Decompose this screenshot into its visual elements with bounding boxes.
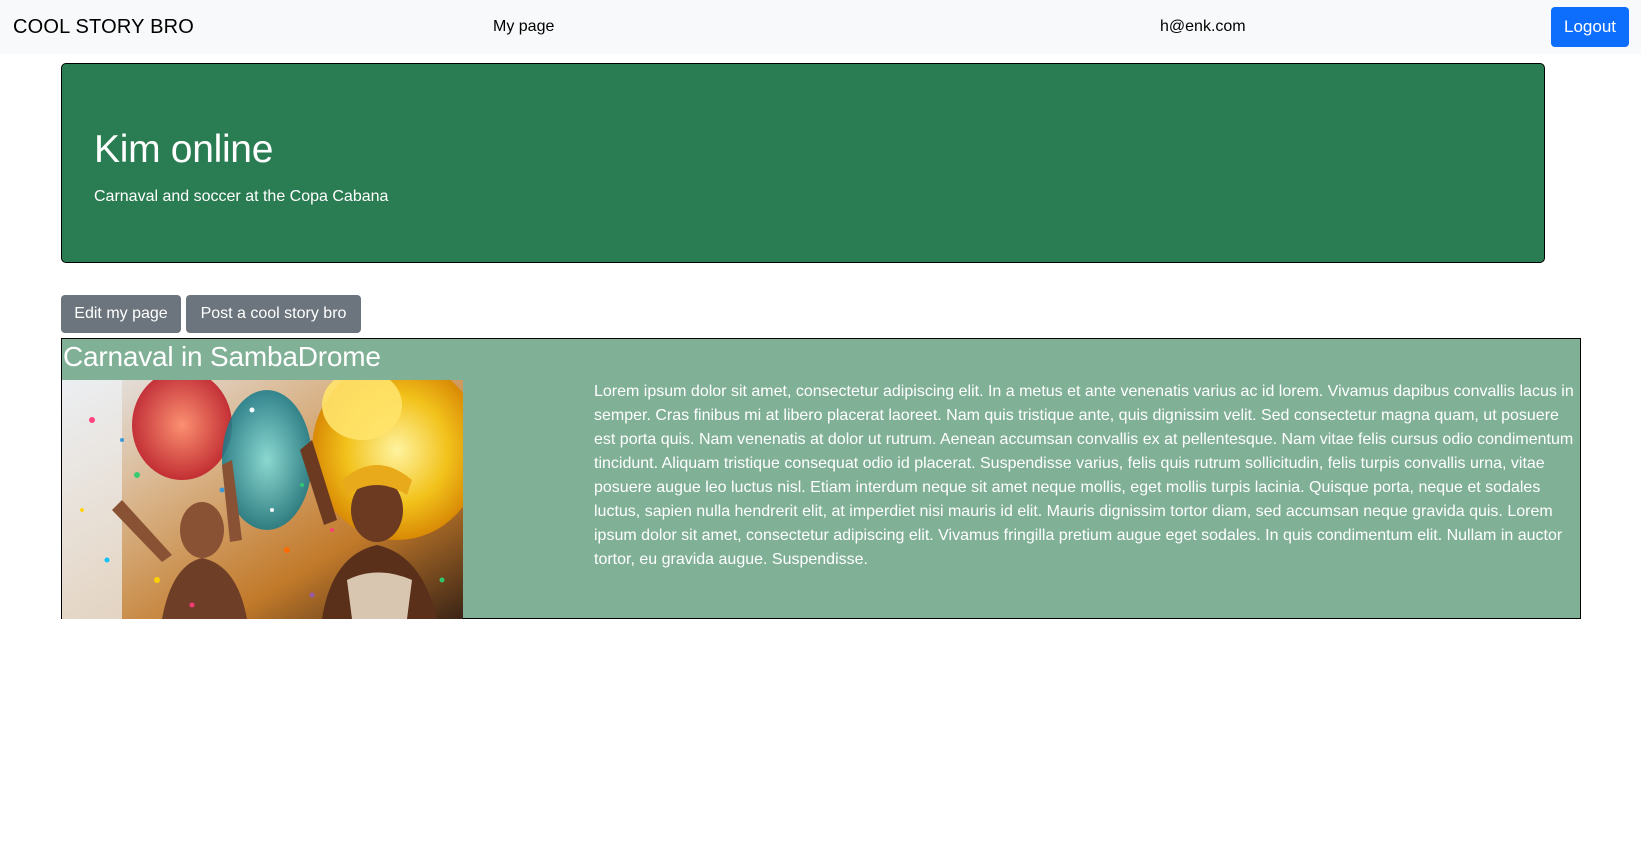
page-description: Carnaval and soccer at the Copa Cabana <box>94 188 389 205</box>
story-title: Carnaval in SambaDrome <box>63 341 381 372</box>
story-body: Lorem ipsum dolor sit amet, consectetur … <box>594 383 1574 568</box>
logout-button[interactable]: Logout <box>1551 7 1629 47</box>
story-image <box>62 380 463 619</box>
page-header-jumbotron: Kim online Carnaval and soccer at the Co… <box>61 63 1545 263</box>
page-title: Kim online <box>94 128 274 171</box>
brand-logo[interactable]: COOL STORY BRO <box>13 13 194 41</box>
nav-link-my-page[interactable]: My page <box>493 15 554 39</box>
user-email: h@enk.com <box>1160 18 1246 35</box>
post-story-button[interactable]: Post a cool story bro <box>186 295 361 333</box>
story-card: Carnaval in SambaDrome Lorem ipsum dolor… <box>61 338 1581 619</box>
navbar: COOL STORY BRO My page h@enk.com Logout <box>0 0 1641 54</box>
edit-my-page-button[interactable]: Edit my page <box>61 295 181 333</box>
